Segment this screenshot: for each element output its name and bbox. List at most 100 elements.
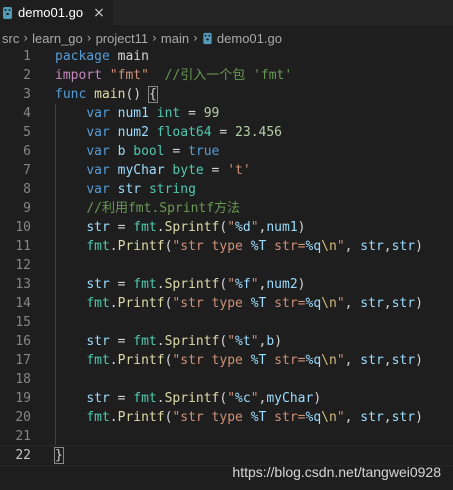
- breadcrumb-file-label: demo01.go: [216, 30, 282, 46]
- code-line[interactable]: 9 //利用fmt.Sprintf方法: [0, 199, 453, 218]
- code-text: var str string: [55, 180, 196, 199]
- code-token: ": [227, 391, 236, 406]
- code-token: num2: [117, 125, 149, 140]
- code-token: ": [227, 334, 236, 349]
- code-token: ,: [344, 296, 361, 311]
- code-line[interactable]: 7 var myChar byte = 't': [0, 161, 453, 180]
- code-token: {: [147, 86, 158, 103]
- close-icon[interactable]: ×: [93, 6, 105, 20]
- code-token: var: [86, 163, 110, 178]
- code-text: import "fmt" //引入一个包 'fmt': [55, 66, 292, 85]
- code-text: fmt.Printf("str type %T str=%q\n", str,s…: [55, 237, 423, 256]
- code-text: str = fmt.Sprintf("%t",b): [55, 332, 282, 351]
- code-token: ,: [383, 239, 392, 254]
- code-token: 't': [227, 163, 251, 178]
- code-line[interactable]: 14 fmt.Printf("str type %T str=%q\n", st…: [0, 294, 453, 313]
- breadcrumb-item-main[interactable]: main: [161, 31, 189, 46]
- code-token: .: [156, 220, 165, 235]
- code-token: ,: [344, 410, 361, 425]
- code-token: "str type: [172, 410, 251, 425]
- code-token: //引入一个包 'fmt': [164, 68, 293, 83]
- code-token: .: [156, 391, 165, 406]
- code-token: .: [156, 277, 165, 292]
- code-token: =: [109, 277, 134, 292]
- code-line[interactable]: 13 str = fmt.Sprintf("%f",num2): [0, 275, 453, 294]
- code-line[interactable]: 19 str = fmt.Sprintf("%c",myChar): [0, 389, 453, 408]
- line-number: 14: [15, 296, 31, 311]
- code-token: main: [109, 49, 149, 64]
- code-token: 23.456: [235, 125, 283, 140]
- code-line[interactable]: 6 var b bool = true: [0, 142, 453, 161]
- code-text: var num1 int = 99: [55, 104, 219, 123]
- breadcrumb-item-file[interactable]: demo01.go: [202, 31, 282, 46]
- code-token: ": [250, 334, 259, 349]
- code-line[interactable]: 20 fmt.Printf("str type %T str=%q\n", st…: [0, 408, 453, 427]
- code-token: %t: [235, 334, 251, 349]
- line-number: 5: [23, 125, 31, 140]
- code-line[interactable]: 3 func main() {: [0, 85, 453, 104]
- code-token: main: [94, 87, 126, 102]
- code-line[interactable]: 4 var num1 int = 99: [0, 104, 453, 123]
- code-token: Sprintf: [164, 391, 220, 406]
- code-line[interactable]: 1 package main: [0, 47, 453, 66]
- code-token: byte: [172, 163, 204, 178]
- code-token: ": [336, 239, 345, 254]
- code-token: ": [336, 410, 345, 425]
- tab-demo01-go[interactable]: demo01.go ×: [0, 0, 114, 25]
- code-line[interactable]: 12: [0, 256, 453, 275]
- code-token: str: [360, 410, 384, 425]
- code-line[interactable]: 10 str = fmt.Sprintf("%d",num1): [0, 218, 453, 237]
- line-number: 1: [23, 49, 31, 64]
- code-token: %T: [250, 239, 267, 254]
- code-editor[interactable]: 1 package main 2 import "fmt" //引入一个包 'fmt'…: [0, 47, 453, 490]
- code-token: num1: [117, 106, 149, 121]
- code-line[interactable]: 5 var num2 float64 = 23.456: [0, 123, 453, 142]
- line-number: 2: [23, 68, 31, 83]
- code-line[interactable]: 2 import "fmt" //引入一个包 'fmt': [0, 66, 453, 85]
- code-line[interactable]: 21: [0, 427, 453, 446]
- code-token: fmt: [86, 410, 110, 425]
- code-token: %c: [235, 391, 251, 406]
- code-token: =: [211, 125, 236, 140]
- code-text: fmt.Printf("str type %T str=%q\n", str,s…: [55, 351, 423, 370]
- code-line[interactable]: 17 fmt.Printf("str type %T str=%q\n", st…: [0, 351, 453, 370]
- breadcrumb-item-project11[interactable]: project11: [96, 31, 149, 46]
- code-token: =: [180, 106, 204, 121]
- line-number: 18: [15, 372, 31, 387]
- code-text: fmt.Printf("str type %T str=%q\n", str,s…: [55, 408, 423, 427]
- code-token: myChar: [117, 163, 165, 178]
- code-line[interactable]: 18: [0, 370, 453, 389]
- code-token: Printf: [117, 239, 165, 254]
- code-token: ): [313, 391, 322, 406]
- code-line[interactable]: 15: [0, 313, 453, 332]
- breadcrumb-item-learn-go[interactable]: learn_go: [32, 31, 83, 46]
- code-token: \n: [321, 296, 337, 311]
- code-token: "fmt": [109, 68, 149, 83]
- line-number: 11: [15, 239, 31, 254]
- code-token: ): [415, 239, 423, 254]
- code-token: \n: [321, 410, 337, 425]
- chevron-right-icon: ›: [86, 31, 92, 45]
- code-token: %T: [250, 410, 267, 425]
- code-line[interactable]: 16 str = fmt.Sprintf("%t",b): [0, 332, 453, 351]
- breadcrumb-item-src[interactable]: src: [2, 31, 19, 46]
- code-token: ,: [383, 410, 392, 425]
- code-line[interactable]: 11 fmt.Printf("str type %T str=%q\n", st…: [0, 237, 453, 256]
- code-token: int: [156, 106, 181, 121]
- code-token: str: [86, 334, 110, 349]
- code-token: .: [109, 410, 118, 425]
- code-line[interactable]: 8 var str string: [0, 180, 453, 199]
- code-token: var: [86, 182, 110, 197]
- code-token: ): [415, 296, 423, 311]
- code-token: str: [391, 239, 416, 254]
- line-number: 15: [15, 315, 31, 330]
- code-line[interactable]: 22}: [0, 445, 453, 466]
